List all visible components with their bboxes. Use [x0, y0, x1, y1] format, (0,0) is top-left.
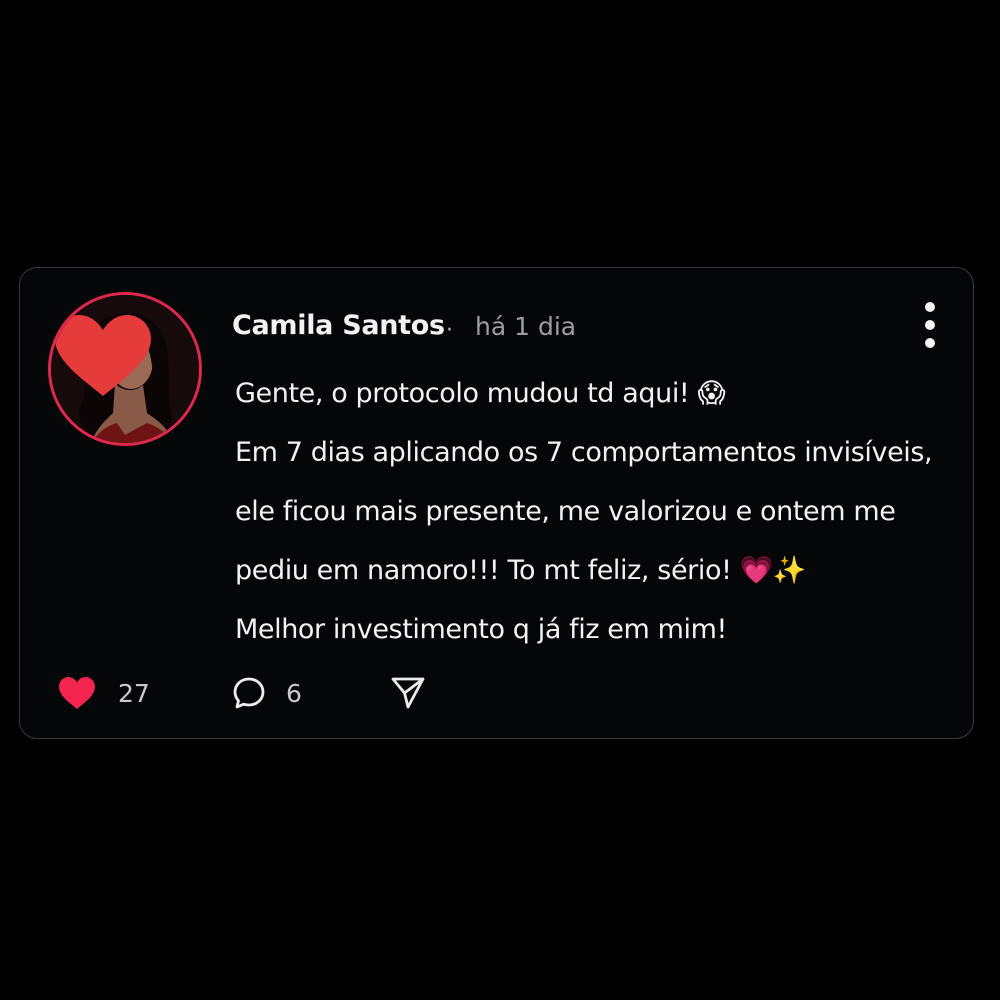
post-text-line: Gente, o protocolo mudou td aqui! 😱 [235, 378, 726, 409]
post-actions: 27 6 [20, 668, 973, 718]
post-text-line: Em 7 dias aplicando os 7 comportamentos … [235, 437, 933, 468]
more-vertical-icon [925, 302, 935, 312]
like-count: 27 [118, 678, 150, 708]
more-options-button[interactable] [916, 300, 944, 350]
comment-button[interactable]: 6 [232, 668, 302, 718]
author-name[interactable]: Camila Santos [232, 310, 445, 341]
speech-bubble-icon [233, 677, 265, 709]
avatar-image [51, 295, 199, 443]
screen: Camila Santos · há 1 dia Gente, o protoc… [0, 0, 1000, 1000]
heart-filled-icon [59, 677, 95, 709]
meta-separator: · [446, 318, 453, 343]
avatar[interactable] [48, 292, 202, 446]
post-timestamp: há 1 dia [475, 312, 577, 341]
post-text-line: Melhor investimento q já fiz em mim! [235, 614, 727, 645]
like-button[interactable]: 27 [58, 668, 150, 718]
post-text: Gente, o protocolo mudou td aqui! 😱 Em 7… [235, 364, 935, 659]
comment-count: 6 [286, 678, 302, 708]
post-text-line: ele ficou mais presente, me valorizou e … [235, 496, 896, 527]
post-text-line: pediu em namoro!!! To mt feliz, sério! 💗… [235, 555, 807, 586]
share-button[interactable] [390, 668, 426, 718]
post-card: Camila Santos · há 1 dia Gente, o protoc… [19, 267, 974, 739]
paper-plane-icon [391, 677, 425, 709]
